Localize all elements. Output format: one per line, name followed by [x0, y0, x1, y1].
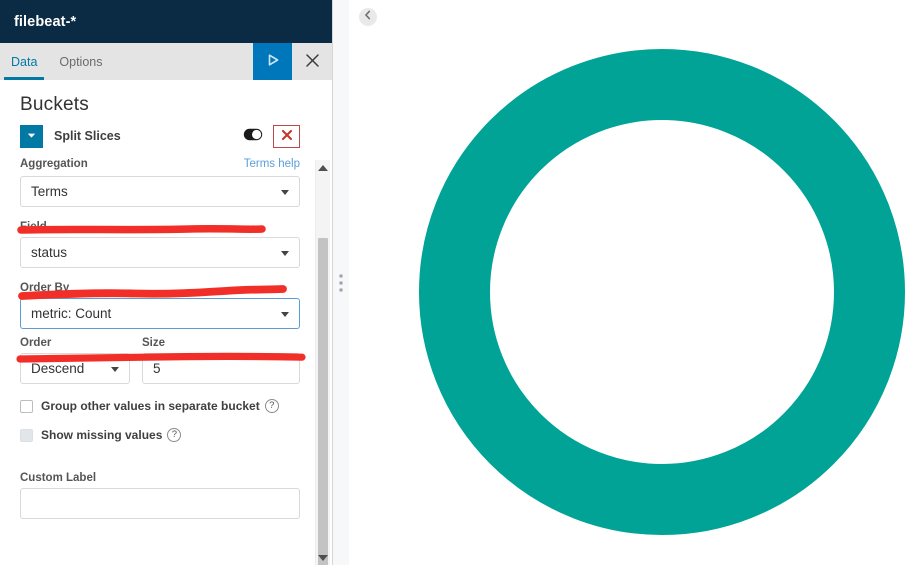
bucket-toggle-enable-button[interactable]	[238, 124, 267, 148]
custom-label-input[interactable]	[20, 488, 300, 519]
field-label: Field	[20, 221, 47, 233]
order-label: Order	[20, 337, 52, 349]
triangle-down-icon	[318, 554, 328, 561]
donut-chart-area	[349, 0, 923, 565]
editor-panel: filebeat-* Data Options Buckets Split Sl…	[0, 0, 332, 565]
group-other-values-label: Group other values in separate bucket	[41, 399, 260, 413]
order-by-select-wrap: metric: Count	[20, 298, 300, 329]
panel-resize-handle[interactable]	[332, 0, 349, 565]
scrollbar-thumb[interactable]	[318, 238, 328, 565]
visualization-panel	[349, 0, 923, 565]
order-select[interactable]: Descend	[20, 353, 130, 384]
custom-label-field-group: Custom Label	[20, 472, 300, 519]
show-missing-values-label: Show missing values	[41, 428, 163, 442]
editor-tabstrip: Data Options	[0, 43, 332, 80]
bucket-type-label: Split Slices	[54, 129, 121, 143]
field-field-group: Field status	[20, 221, 300, 268]
order-select-wrap: Descend	[20, 353, 130, 384]
editor-form: Buckets Split Slices Aggregation Terms h…	[0, 80, 318, 521]
tab-options[interactable]: Options	[48, 43, 113, 80]
buckets-section-title: Buckets	[20, 94, 89, 115]
drag-grip-icon	[339, 274, 343, 291]
order-by-select[interactable]: metric: Count	[20, 298, 300, 329]
scroll-up-arrow[interactable]	[316, 160, 330, 175]
donut-chart[interactable]	[349, 0, 923, 565]
show-missing-values-row: Show missing values ?	[20, 428, 300, 442]
tab-data-label: Data	[11, 54, 38, 69]
order-field-group: Order Descend	[20, 337, 130, 384]
size-field-group: Size	[142, 337, 300, 384]
field-select-wrap: status	[20, 237, 300, 268]
play-icon	[265, 52, 281, 71]
scroll-down-arrow[interactable]	[316, 550, 330, 565]
index-pattern-titlebar: filebeat-*	[0, 0, 332, 43]
toggle-icon	[243, 128, 263, 144]
aggregation-field-group: Aggregation Terms help Terms	[20, 158, 300, 207]
close-icon	[304, 52, 321, 72]
size-label: Size	[142, 337, 166, 349]
group-other-values-row: Group other values in separate bucket ?	[20, 399, 300, 413]
triangle-up-icon	[318, 164, 328, 171]
aggregation-select[interactable]: Terms	[20, 176, 300, 207]
editor-scrollbar[interactable]	[315, 160, 330, 565]
bucket-header-row: Split Slices	[20, 124, 300, 148]
donut-slice-status[interactable]	[419, 49, 905, 535]
order-by-label: Order By	[20, 282, 70, 294]
size-input[interactable]	[142, 353, 300, 384]
close-editor-button[interactable]	[292, 43, 332, 80]
chevron-left-icon	[362, 8, 374, 26]
visualization-editor-app: filebeat-* Data Options Buckets Split Sl…	[0, 0, 923, 565]
aggregation-label: Aggregation	[20, 158, 88, 170]
field-select[interactable]: status	[20, 237, 300, 268]
chevron-down-icon	[26, 129, 37, 144]
aggregation-label-row: Aggregation Terms help	[20, 158, 300, 170]
tab-data[interactable]: Data	[0, 43, 48, 80]
order-size-row: Order Descend Size	[20, 337, 300, 384]
editor-scroll-body: Buckets Split Slices Aggregation Terms h…	[0, 80, 332, 565]
show-missing-values-checkbox	[20, 428, 33, 442]
question-mark-icon[interactable]: ?	[264, 399, 279, 413]
order-by-field-group: Order By metric: Count	[20, 282, 300, 329]
bucket-collapse-toggle[interactable]	[20, 124, 43, 148]
tab-options-label: Options	[59, 54, 103, 69]
index-pattern-title: filebeat-*	[14, 13, 77, 30]
terms-help-link[interactable]: Terms help	[244, 158, 300, 170]
bucket-remove-button[interactable]	[273, 124, 300, 148]
remove-x-icon	[281, 129, 293, 144]
aggregation-select-wrap: Terms	[20, 176, 300, 207]
apply-changes-button[interactable]	[253, 43, 292, 80]
custom-label-label: Custom Label	[20, 472, 97, 484]
question-mark-icon[interactable]: ?	[167, 428, 182, 442]
tabstrip-spacer	[114, 43, 254, 80]
group-other-values-checkbox[interactable]	[20, 399, 33, 413]
collapse-editor-button[interactable]	[359, 8, 377, 26]
